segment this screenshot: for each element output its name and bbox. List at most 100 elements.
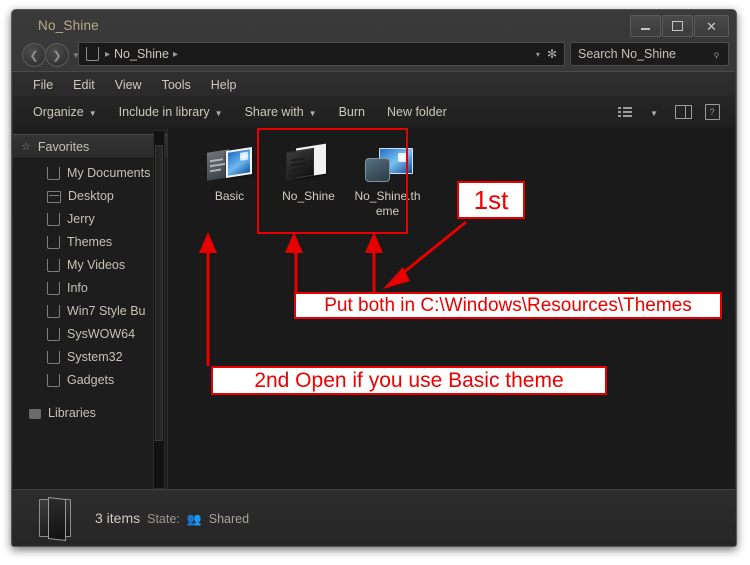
maximize-button[interactable]: [662, 15, 693, 37]
drive-icon: [86, 47, 99, 61]
window-title: No_Shine: [38, 18, 99, 33]
folder-icon: [47, 328, 60, 341]
sidebar-label-libraries: Libraries: [48, 405, 96, 420]
forward-button[interactable]: ❯: [45, 43, 69, 67]
breadcrumb-separator-end-icon[interactable]: ▸: [173, 49, 178, 60]
toolbar-organize[interactable]: Organize ▼: [22, 105, 108, 119]
toolbar-organize-label: Organize: [33, 105, 84, 119]
address-dropdown-caret-icon[interactable]: ▾: [536, 50, 540, 59]
breadcrumb-separator-icon: ▸: [105, 48, 111, 60]
desktop-icon: [47, 190, 61, 203]
search-input[interactable]: Search No_Shine ⌕: [570, 42, 729, 66]
sidebar-item-my-videos[interactable]: My Videos: [13, 253, 167, 276]
caption-buttons: ✕: [630, 15, 729, 37]
share-icon: 👥: [186, 511, 202, 526]
screenshot-root: No_Shine ✕ ❮ ❯ ▼ ▸ No_Shine ▸ ▾ ✻ Search…: [0, 0, 750, 565]
sidebar-label: Jerry: [67, 211, 95, 226]
selection-highlight-rectangle: [257, 128, 408, 234]
folder-icon: [47, 282, 60, 295]
close-icon: ✕: [706, 18, 717, 34]
annotation-put-both: Put both in C:\Windows\Resources\Themes: [294, 292, 722, 319]
sidebar-label: Info: [67, 280, 88, 295]
toolbar-new-folder[interactable]: New folder: [376, 105, 458, 119]
status-bar: 3 items State: 👥 Shared: [13, 489, 735, 545]
folder-icon: [47, 305, 60, 318]
toolbar-right-group: ▼ ?: [612, 101, 735, 123]
menu-file[interactable]: File: [23, 78, 63, 92]
star-icon: ☆: [21, 141, 31, 153]
view-caret-icon[interactable]: ▼: [641, 101, 667, 123]
toolbar-share-label: Share with: [244, 105, 304, 119]
annotation-second: 2nd Open if you use Basic theme: [211, 366, 607, 395]
preview-pane-icon[interactable]: [670, 101, 696, 123]
status-text-group: 3 items State: 👥 Shared: [95, 510, 249, 526]
sidebar-label: Themes: [67, 234, 113, 249]
toolbar-burn[interactable]: Burn: [328, 105, 376, 119]
sidebar-label: Win7 Style Bu: [67, 303, 146, 318]
back-button[interactable]: ❮: [22, 43, 46, 67]
address-row: ❮ ❯ ▼ ▸ No_Shine ▸ ▾ ✻ Search No_Shine ⌕: [12, 40, 736, 70]
library-icon: [29, 408, 41, 419]
sidebar-label: My Videos: [67, 257, 126, 272]
search-placeholder: Search No_Shine: [578, 47, 676, 61]
minimize-icon: [641, 28, 650, 30]
file-label: Basic: [214, 189, 245, 203]
scrollbar-thumb[interactable]: [155, 145, 163, 441]
sidebar-item-my-documents[interactable]: My Documents: [13, 161, 167, 184]
address-bar[interactable]: ▸ No_Shine ▸ ▾ ✻: [78, 42, 565, 66]
sidebar-item-desktop[interactable]: Desktop: [13, 184, 167, 207]
folder-icon: [47, 374, 60, 387]
sidebar-label: System32: [67, 349, 123, 364]
sidebar-label: Desktop: [68, 188, 114, 203]
close-button[interactable]: ✕: [694, 15, 729, 37]
chevron-down-icon: ▼: [214, 108, 223, 118]
maximize-icon: [672, 21, 683, 31]
annotation-first: 1st: [457, 181, 525, 219]
refresh-icon[interactable]: ✻: [547, 47, 557, 61]
sidebar-item-gadgets[interactable]: Gadgets: [13, 368, 167, 391]
sidebar-item-libraries[interactable]: Libraries: [13, 401, 167, 424]
sidebar-label: My Documents: [67, 165, 151, 180]
sidebar-label-favorites: Favorites: [37, 139, 90, 154]
sidebar-item-info[interactable]: Info: [13, 276, 167, 299]
command-toolbar: Organize ▼ Include in library ▼ Share wi…: [13, 96, 735, 129]
folder-icon: [47, 167, 60, 180]
toolbar-include-in-library[interactable]: Include in library ▼: [108, 105, 234, 119]
sidebar-label: Gadgets: [67, 372, 115, 387]
sidebar-item-jerry[interactable]: Jerry: [13, 207, 167, 230]
address-bar-actions: ▾ ✻: [536, 47, 564, 61]
folder-icon: [47, 236, 60, 249]
sidebar-item-system32[interactable]: System32: [13, 345, 167, 368]
sidebar-item-win7-style-bu[interactable]: Win7 Style Bu: [13, 299, 167, 322]
status-state-label: State:: [147, 511, 180, 526]
status-item-count: 3 items: [95, 509, 141, 526]
theme-preview-icon: [206, 140, 253, 184]
status-state-value: Shared: [208, 511, 250, 526]
menu-edit[interactable]: Edit: [63, 78, 105, 92]
minimize-button[interactable]: [630, 15, 661, 37]
toolbar-burn-label: Burn: [338, 105, 365, 119]
sidebar-label: SysWOW64: [67, 326, 136, 341]
help-icon[interactable]: ?: [699, 101, 725, 123]
folder-large-icon: [39, 498, 71, 537]
menu-view[interactable]: View: [105, 78, 152, 92]
sidebar-item-favorites[interactable]: ☆ Favorites: [13, 134, 167, 159]
title-bar: No_Shine ✕: [12, 10, 736, 43]
explorer-window: No_Shine ✕ ❮ ❯ ▼ ▸ No_Shine ▸ ▾ ✻ Search…: [11, 9, 737, 547]
toolbar-include-label: Include in library: [118, 105, 210, 119]
search-icon: ⌕: [708, 46, 724, 61]
menu-bar: File Edit View Tools Help: [13, 71, 735, 98]
folder-icon: [47, 351, 60, 364]
toolbar-new-folder-label: New folder: [386, 105, 447, 119]
folder-icon: [47, 259, 60, 272]
chevron-down-icon: ▼: [308, 108, 317, 118]
breadcrumb-current[interactable]: No_Shine: [114, 47, 169, 61]
navigation-scrollbar[interactable]: [153, 130, 165, 489]
navigation-buttons: ❮ ❯ ▼: [22, 43, 80, 67]
toolbar-share-with[interactable]: Share with ▼: [234, 105, 328, 119]
menu-help[interactable]: Help: [201, 78, 247, 92]
sidebar-item-syswow64[interactable]: SysWOW64: [13, 322, 167, 345]
view-mode-icon[interactable]: [612, 101, 638, 123]
menu-tools[interactable]: Tools: [152, 78, 201, 92]
sidebar-item-themes[interactable]: Themes: [13, 230, 167, 253]
